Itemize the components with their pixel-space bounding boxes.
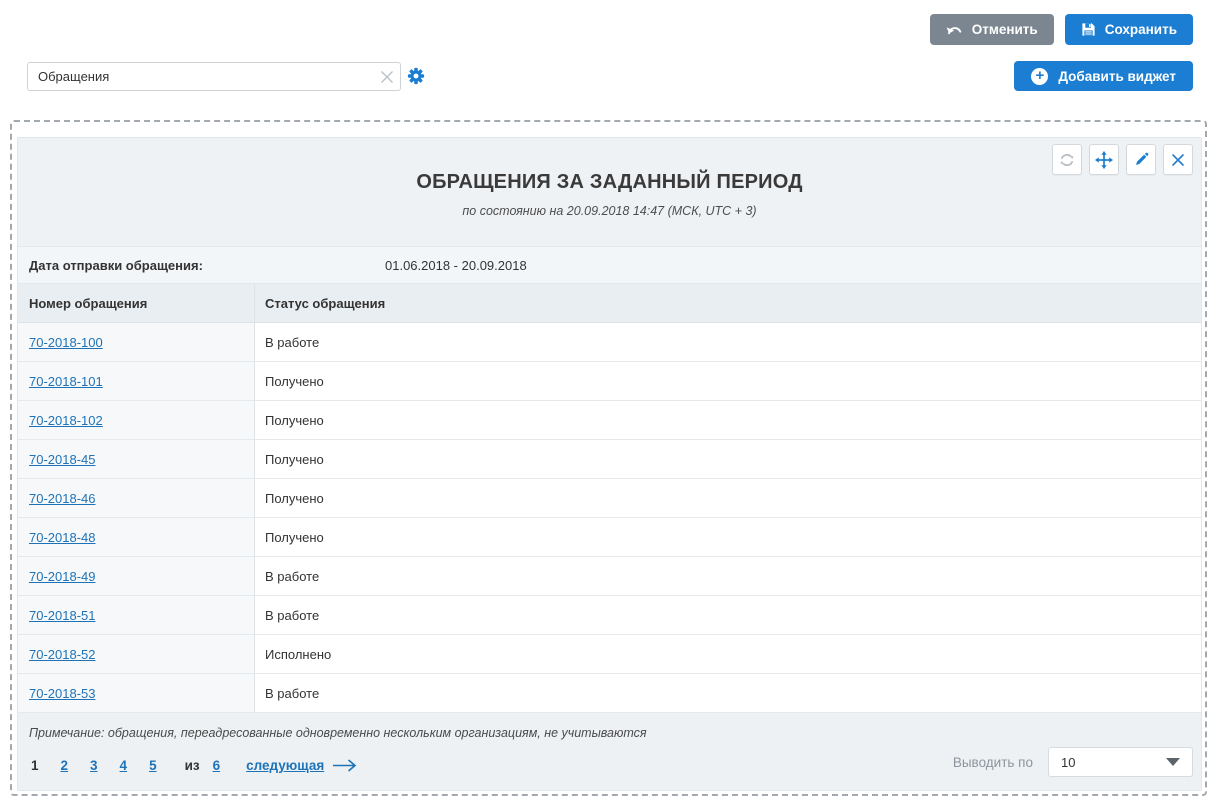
next-arrow-icon[interactable] [333, 759, 357, 772]
widget-footer: Примечание: обращения, переадресованные … [18, 713, 1201, 790]
table-row: 70-2018-49 В работе [18, 557, 1201, 596]
add-widget-label: Добавить виджет [1058, 69, 1176, 84]
page-link-3[interactable]: 3 [90, 758, 98, 773]
appeal-status: Получено [255, 479, 1201, 517]
appeal-number-link[interactable]: 70-2018-52 [29, 647, 96, 662]
edit-pencil-icon[interactable] [1126, 144, 1156, 175]
move-icon[interactable] [1089, 144, 1119, 175]
save-button[interactable]: Сохранить [1065, 14, 1193, 45]
appeal-status: Получено [255, 401, 1201, 439]
undo-icon [946, 23, 963, 36]
table-row: 70-2018-101 Получено [18, 362, 1201, 401]
footnote: Примечание: обращения, переадресованные … [18, 713, 1201, 740]
appeal-status: Исполнено [255, 635, 1201, 673]
appeal-status: Получено [255, 518, 1201, 556]
table-row: 70-2018-100 В работе [18, 323, 1201, 362]
appeal-status: В работе [255, 557, 1201, 595]
appeal-number-link[interactable]: 70-2018-46 [29, 491, 96, 506]
pagination: 1 2 3 4 5 из 6 следующая [31, 758, 357, 773]
clear-input-icon[interactable] [374, 64, 400, 90]
table-row: 70-2018-48 Получено [18, 518, 1201, 557]
save-icon [1081, 22, 1096, 37]
widget-header: ОБРАЩЕНИЯ ЗА ЗАДАННЫЙ ПЕРИОД по состояни… [18, 138, 1201, 246]
appeal-number-link[interactable]: 70-2018-48 [29, 530, 96, 545]
widget-subtitle: по состоянию на 20.09.2018 14:47 (МСК, U… [18, 204, 1201, 218]
add-widget-button[interactable]: + Добавить виджет [1014, 61, 1193, 91]
appeal-status: Получено [255, 362, 1201, 400]
appeal-number-link[interactable]: 70-2018-100 [29, 335, 103, 350]
table-row: 70-2018-46 Получено [18, 479, 1201, 518]
save-button-label: Сохранить [1105, 22, 1177, 37]
page-link-4[interactable]: 4 [120, 758, 128, 773]
table-header-row: Номер обращения Статус обращения [18, 284, 1201, 323]
date-filter-value: 01.06.2018 - 20.09.2018 [385, 258, 527, 273]
cancel-button[interactable]: Отменить [930, 14, 1054, 45]
appeal-number-link[interactable]: 70-2018-45 [29, 452, 96, 467]
table-row: 70-2018-52 Исполнено [18, 635, 1201, 674]
column-header-number: Номер обращения [18, 284, 255, 322]
top-toolbar: Отменить Сохранить [930, 14, 1193, 45]
plus-circle-icon: + [1031, 68, 1048, 85]
page-size-select[interactable]: 10 [1048, 747, 1193, 777]
appeal-number-link[interactable]: 70-2018-51 [29, 608, 96, 623]
close-icon[interactable] [1163, 144, 1193, 175]
widget-controls [1052, 144, 1193, 175]
appeal-status: В работе [255, 596, 1201, 634]
column-header-status: Статус обращения [255, 284, 1201, 322]
appeal-status: В работе [255, 323, 1201, 361]
page-size-label: Выводить по [953, 755, 1033, 770]
appeal-number-link[interactable]: 70-2018-102 [29, 413, 103, 428]
table-row: 70-2018-102 Получено [18, 401, 1201, 440]
dashboard-drop-area: ОБРАЩЕНИЯ ЗА ЗАДАННЫЙ ПЕРИОД по состояни… [10, 120, 1207, 796]
page-size-value: 10 [1061, 755, 1075, 770]
date-filter-row: Дата отправки обращения: 01.06.2018 - 20… [18, 246, 1201, 284]
pages-of-label: из [185, 758, 200, 773]
appeal-status: В работе [255, 674, 1201, 712]
next-page-link[interactable]: следующая [246, 758, 324, 773]
appeal-number-link[interactable]: 70-2018-53 [29, 686, 96, 701]
chevron-down-icon [1166, 758, 1180, 766]
refresh-icon[interactable] [1052, 144, 1082, 175]
appeal-status: Получено [255, 440, 1201, 478]
page-link-5[interactable]: 5 [149, 758, 157, 773]
widget-name-input[interactable] [28, 69, 374, 84]
cancel-button-label: Отменить [972, 22, 1038, 37]
appeal-number-link[interactable]: 70-2018-49 [29, 569, 96, 584]
page-current: 1 [31, 758, 39, 773]
dashboard-edit-page: Отменить Сохранить + Добавить виджет [0, 0, 1217, 800]
gear-icon[interactable] [406, 66, 426, 86]
table-row: 70-2018-45 Получено [18, 440, 1201, 479]
page-link-last[interactable]: 6 [213, 758, 221, 773]
widget-name-inputbox [27, 62, 401, 91]
date-filter-label: Дата отправки обращения: [18, 258, 385, 273]
table-row: 70-2018-53 В работе [18, 674, 1201, 713]
table-row: 70-2018-51 В работе [18, 596, 1201, 635]
widget-title: ОБРАЩЕНИЯ ЗА ЗАДАННЫЙ ПЕРИОД [18, 138, 1201, 194]
page-link-2[interactable]: 2 [61, 758, 69, 773]
appeal-number-link[interactable]: 70-2018-101 [29, 374, 103, 389]
page-size-control: Выводить по 10 [953, 747, 1193, 777]
appeals-widget-card: ОБРАЩЕНИЯ ЗА ЗАДАННЫЙ ПЕРИОД по состояни… [17, 137, 1202, 791]
